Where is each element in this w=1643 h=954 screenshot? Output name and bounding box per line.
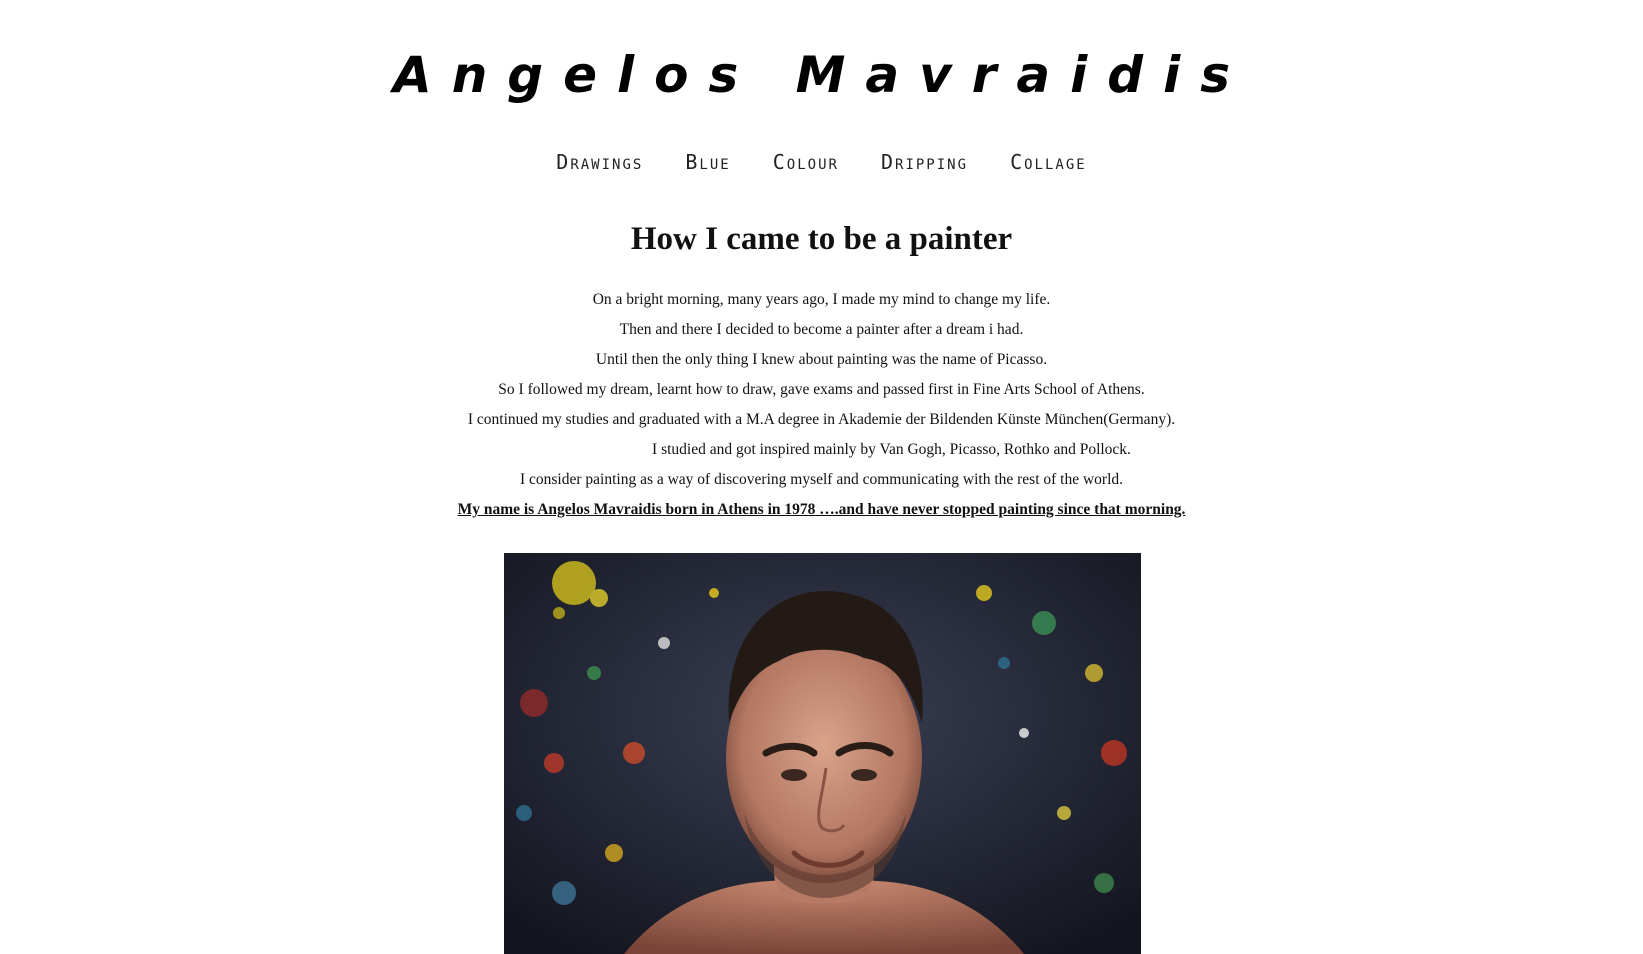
site-title[interactable]: Angelos Mavraidis <box>0 40 1643 110</box>
nav-item-colour[interactable]: Colour <box>773 150 839 174</box>
bio-line: I consider painting as a way of discover… <box>519 471 1124 488</box>
nav-item-blue[interactable]: Blue <box>685 150 730 174</box>
nav-item-drawings[interactable]: Drawings <box>556 150 643 174</box>
nav-item-collage[interactable]: Collage <box>1010 150 1087 174</box>
bio-line: So I followed my dream, learnt how to dr… <box>498 381 1145 398</box>
page-title: How I came to be a painter <box>630 221 1013 257</box>
bio-line: Until then the only thing I knew about p… <box>595 351 1048 368</box>
bio-line: I studied and got inspired mainly by Van… <box>652 441 1131 458</box>
bio-line: Then and there I decided to become a pai… <box>619 321 1024 338</box>
page: Angelos Mavraidis Drawings Blue Colour D… <box>0 0 1643 954</box>
portrait-photo <box>504 553 1141 954</box>
main-nav: Drawings Blue Colour Dripping Collage <box>0 148 1643 176</box>
bio-line: I continued my studies and graduated wit… <box>467 411 1176 428</box>
bio-line: On a bright morning, many years ago, I m… <box>592 291 1051 308</box>
nav-item-dripping[interactable]: Dripping <box>881 150 968 174</box>
bio-highlight-line: My name is Angelos Mavraidis born in Ath… <box>457 501 1186 518</box>
bio-text: On a bright morning, many years ago, I m… <box>0 285 1643 525</box>
